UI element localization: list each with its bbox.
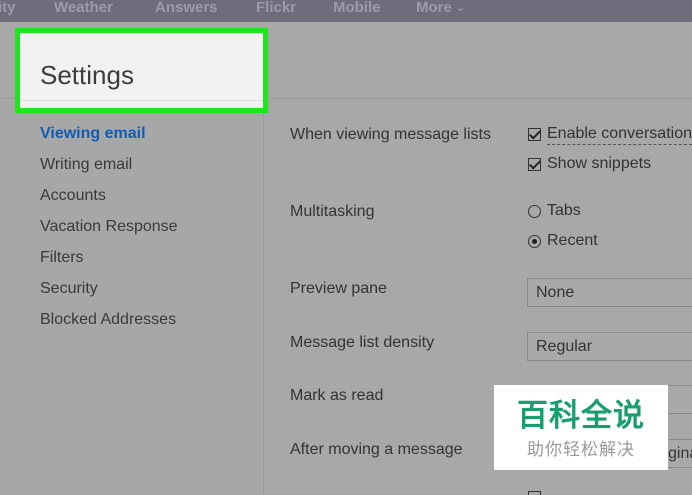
settings-title-highlight: Settings (15, 28, 268, 113)
sidebar-item-accounts[interactable]: Accounts (40, 186, 106, 206)
nav-item-flickr[interactable]: Flickr (256, 0, 296, 18)
preview-pane-select[interactable]: None (527, 278, 692, 307)
multitasking-recent-label: Recent (547, 232, 598, 249)
message-lists-label: When viewing message lists (290, 126, 491, 143)
multitasking-label: Multitasking (290, 203, 375, 220)
show-snippets-label: Show snippets (547, 155, 652, 172)
enable-conversation-checkbox[interactable]: Enable conversation (528, 124, 692, 145)
enable-conversation-label: Enable conversation (547, 124, 692, 145)
nav-item-weather[interactable]: Weather (54, 0, 113, 18)
nav-item-more-label: More (416, 0, 452, 16)
watermark-sub-text: 助你轻松解决 (527, 440, 635, 459)
nav-item-partial[interactable]: ity (0, 0, 16, 18)
sidebar-item-vacation-response[interactable]: Vacation Response (40, 217, 178, 237)
mark-as-read-label: Mark as read (290, 387, 384, 404)
preview-pane-label: Preview pane (290, 280, 387, 297)
partial-checkbox[interactable] (528, 491, 541, 495)
after-moving-label: After moving a message (290, 441, 463, 458)
watermark-logo: 百科全说 助你轻松解决 (494, 385, 668, 470)
title-divider (20, 100, 263, 101)
watermark-main-text: 百科全说 (517, 398, 645, 433)
chevron-down-icon: ⌄ (455, 2, 466, 14)
multitasking-tabs-label: Tabs (547, 202, 581, 219)
nav-item-more[interactable]: More ⌄ (416, 0, 465, 18)
density-label: Message list density (290, 334, 435, 351)
multitasking-recent-radio[interactable]: Recent (528, 231, 598, 251)
show-snippets-checkbox[interactable]: Show snippets (528, 154, 651, 174)
settings-sidebar: Viewing email Writing email Accounts Vac… (0, 99, 264, 495)
sidebar-item-security[interactable]: Security (40, 279, 98, 299)
top-nav-bar: ity Weather Answers Flickr Mobile More ⌄ (0, 0, 692, 22)
checkbox-checked-icon (528, 157, 541, 171)
radio-unselected-icon (528, 204, 541, 218)
page-title: Settings (40, 60, 134, 90)
sidebar-item-blocked-addresses[interactable]: Blocked Addresses (40, 310, 176, 330)
nav-item-answers[interactable]: Answers (155, 0, 218, 18)
checkbox-checked-icon (528, 127, 541, 141)
nav-item-mobile[interactable]: Mobile (333, 0, 381, 18)
sidebar-item-viewing-email[interactable]: Viewing email (40, 124, 146, 144)
radio-selected-icon (528, 234, 541, 248)
multitasking-tabs-radio[interactable]: Tabs (528, 201, 581, 221)
sidebar-item-writing-email[interactable]: Writing email (40, 155, 132, 175)
sidebar-item-filters[interactable]: Filters (40, 248, 84, 268)
density-select[interactable]: Regular (527, 332, 692, 361)
